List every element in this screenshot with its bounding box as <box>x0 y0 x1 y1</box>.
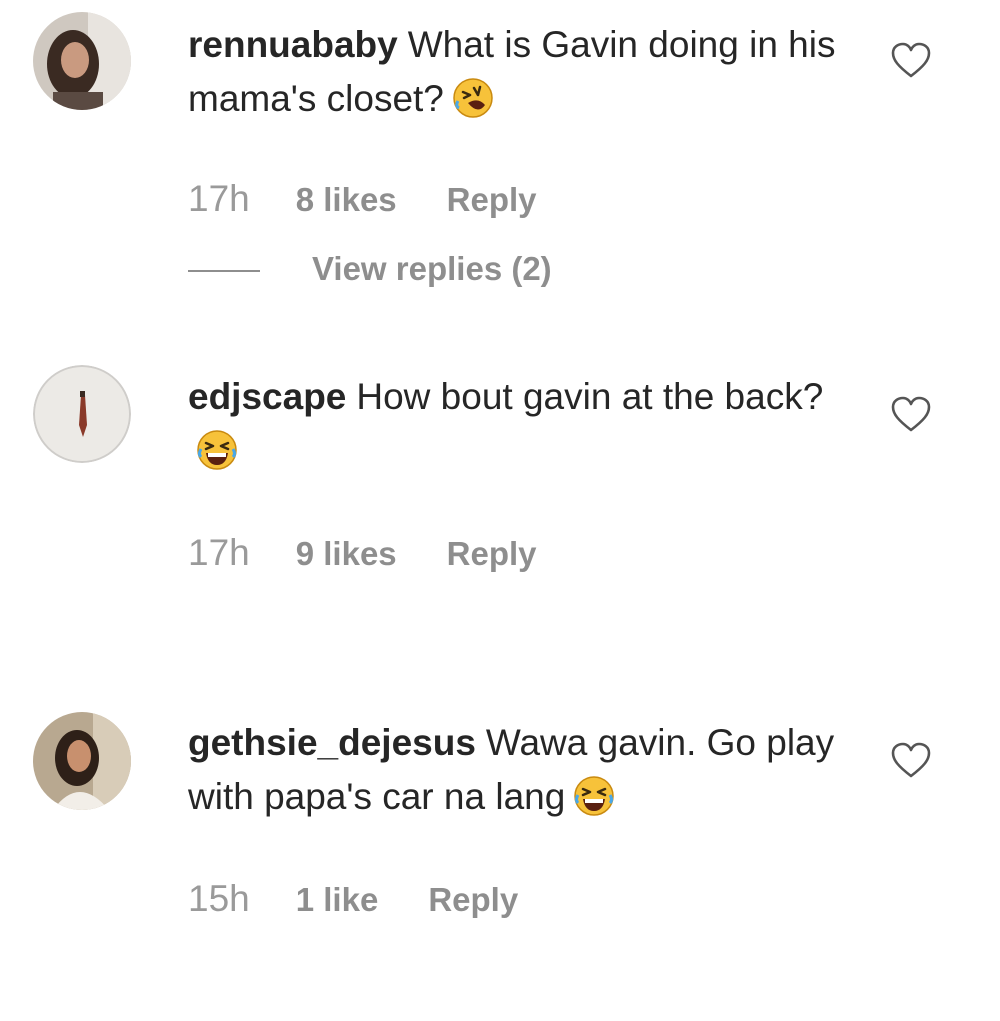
avatar[interactable] <box>33 712 131 810</box>
avatar[interactable] <box>33 12 131 110</box>
grinning-squinting-face-icon <box>197 430 237 470</box>
heart-outline-icon[interactable] <box>890 740 932 780</box>
avatar[interactable] <box>33 365 131 463</box>
comment-text-block: gethsie_dejesus Wawa gavin. Go play with … <box>188 716 848 824</box>
reply-button[interactable]: Reply <box>447 535 537 573</box>
comment-likes-count[interactable]: 8 likes <box>296 181 397 219</box>
comment-likes-count[interactable]: 9 likes <box>296 535 397 573</box>
comment-meta: 15h 1 like Reply <box>188 878 518 920</box>
comment-text-block: rennuababy What is Gavin doing in his mam… <box>188 18 848 126</box>
reply-button[interactable]: Reply <box>428 881 518 919</box>
comment-timestamp[interactable]: 17h <box>188 532 250 574</box>
view-replies-divider <box>188 270 260 273</box>
comment-meta: 17h 8 likes Reply <box>188 178 537 220</box>
grinning-squinting-face-icon <box>574 776 615 816</box>
comment-username[interactable]: rennuababy <box>188 24 398 65</box>
reply-button[interactable]: Reply <box>447 181 537 219</box>
comment-username[interactable]: edjscape <box>188 376 346 417</box>
comment-body: How bout gavin at the back? <box>356 376 824 417</box>
comment-timestamp[interactable]: 15h <box>188 878 250 920</box>
heart-outline-icon[interactable] <box>890 394 932 434</box>
comment-username[interactable]: gethsie_dejesus <box>188 722 476 763</box>
heart-outline-icon[interactable] <box>890 40 932 80</box>
rolling-on-floor-laughing-icon <box>453 78 493 118</box>
comment-text-block: edjscape How bout gavin at the back? <box>188 370 848 478</box>
comment-meta: 17h 9 likes Reply <box>188 532 537 574</box>
view-replies-button[interactable]: View replies (2) <box>188 250 552 288</box>
view-replies-label: View replies (2) <box>312 250 552 287</box>
comment-likes-count[interactable]: 1 like <box>296 881 379 919</box>
comment-timestamp[interactable]: 17h <box>188 178 250 220</box>
